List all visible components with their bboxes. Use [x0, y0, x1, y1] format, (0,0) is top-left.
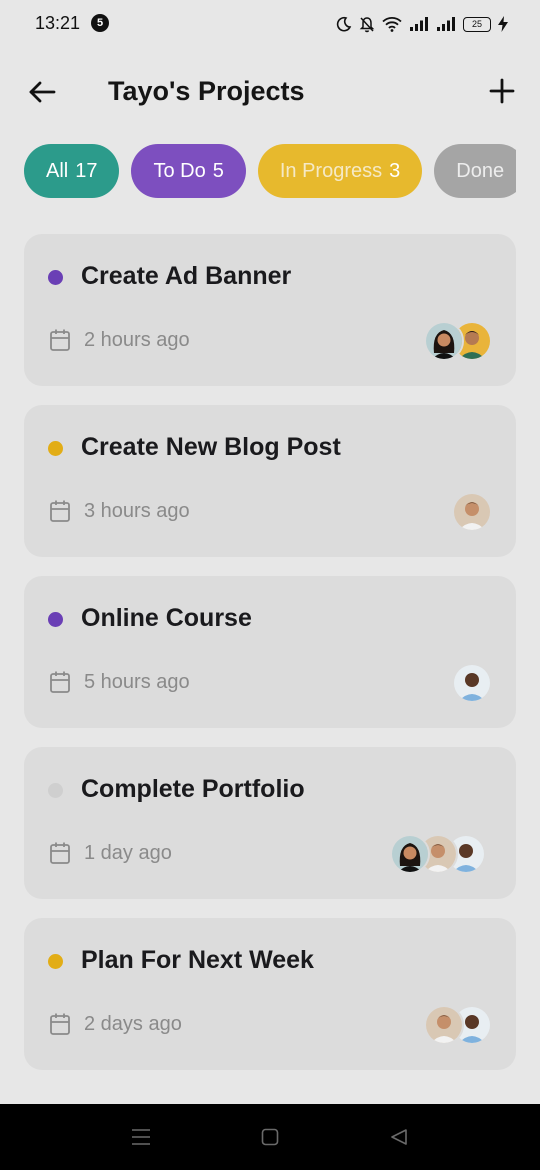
filter-chip-to-do[interactable]: To Do 5: [131, 144, 246, 198]
person-man-blue-avatar: [452, 663, 492, 703]
filter-chip-label: All: [46, 159, 69, 182]
calendar-icon: [50, 329, 70, 351]
task-meta: 1 day ago: [49, 841, 172, 865]
calendar-icon: [50, 1013, 70, 1035]
filter-chip-count: 5: [212, 159, 224, 182]
task-card[interactable]: Create Ad Banner 2 hours ago: [24, 234, 516, 386]
assignee-avatars: [390, 834, 486, 874]
task-meta: 5 hours ago: [49, 670, 190, 694]
filter-chip-label: Done: [456, 159, 505, 182]
status-dot: [48, 783, 63, 798]
task-time: 3 hours ago: [84, 499, 190, 522]
system-navigation-bar: [0, 1104, 540, 1170]
status-icons: 25: [336, 13, 508, 35]
filter-chip-label: To Do: [153, 159, 206, 182]
charging-bolt-icon: [498, 16, 508, 32]
task-time: 2 hours ago: [84, 328, 190, 351]
calendar-icon: [50, 500, 70, 522]
status-dot: [48, 612, 63, 627]
do-not-disturb-moon-icon: [336, 16, 352, 32]
nav-back-button[interactable]: [384, 1122, 414, 1152]
filter-chip-count: 3: [389, 159, 401, 182]
status-dot: [48, 270, 63, 285]
task-list: Create Ad Banner 2 hours ago Create New …: [24, 234, 516, 1089]
task-card[interactable]: Create New Blog Post 3 hours ago: [24, 405, 516, 557]
status-filter-row: All 17 To Do 5 In Progress 3 Done: [24, 144, 516, 198]
home-square-icon: [261, 1128, 279, 1146]
person-woman-avatar: [390, 834, 430, 874]
task-card[interactable]: Online Course 5 hours ago: [24, 576, 516, 728]
status-dot: [48, 954, 63, 969]
calendar-icon: [50, 671, 70, 693]
task-title: Online Course: [81, 604, 252, 632]
signal-strength-2-icon: [437, 17, 455, 31]
task-title: Plan For Next Week: [81, 946, 314, 974]
filter-chip-label: In Progress: [279, 159, 383, 182]
task-card[interactable]: Plan For Next Week 2 days ago: [24, 918, 516, 1070]
notification-count-badge: 5: [91, 14, 109, 32]
filter-chip-count: 17: [75, 159, 98, 182]
person-woman-avatar: [424, 321, 464, 361]
plus-icon: [489, 78, 515, 104]
add-project-button[interactable]: [484, 73, 520, 109]
filter-chip-in-progress[interactable]: In Progress 3: [257, 144, 423, 198]
status-dot: [48, 441, 63, 456]
assignee-avatars: [452, 663, 492, 703]
task-title: Create New Blog Post: [81, 433, 341, 461]
page-title: Tayo's Projects: [108, 76, 305, 106]
back-button[interactable]: [24, 74, 60, 110]
calendar-icon: [50, 842, 70, 864]
battery-icon: 25: [463, 16, 491, 32]
task-time: 2 days ago: [84, 1012, 182, 1035]
wifi-icon: [382, 17, 402, 32]
menu-lines-icon: [132, 1129, 150, 1145]
nav-menu-button[interactable]: [126, 1122, 156, 1152]
task-meta: 2 days ago: [49, 1012, 182, 1036]
status-time: 13:21: [35, 13, 81, 33]
task-title: Complete Portfolio: [81, 775, 305, 803]
task-title: Create Ad Banner: [81, 262, 292, 290]
app-bar: Tayo's Projects: [0, 60, 540, 124]
task-time: 5 hours ago: [84, 670, 190, 693]
assignee-avatars: [424, 321, 492, 361]
back-triangle-icon: [391, 1129, 407, 1145]
status-bar: 13:21 5 25: [0, 0, 540, 48]
nav-home-button[interactable]: [255, 1122, 285, 1152]
filter-chip-all[interactable]: All 17: [24, 144, 120, 198]
filter-chip-done[interactable]: Done: [434, 144, 516, 198]
arrow-left-icon: [29, 81, 56, 103]
assignee-avatars: [452, 492, 492, 532]
task-meta: 2 hours ago: [49, 328, 190, 352]
task-time: 1 day ago: [84, 841, 172, 864]
person-man-beige-avatar: [424, 1005, 464, 1045]
signal-strength-icon: [410, 17, 428, 31]
person-man-beige-avatar: [452, 492, 492, 532]
assignee-avatars: [424, 1005, 492, 1045]
notifications-off-bell-icon: [359, 16, 375, 32]
task-card[interactable]: Complete Portfolio 1 day ago: [24, 747, 516, 899]
task-meta: 3 hours ago: [49, 499, 190, 523]
